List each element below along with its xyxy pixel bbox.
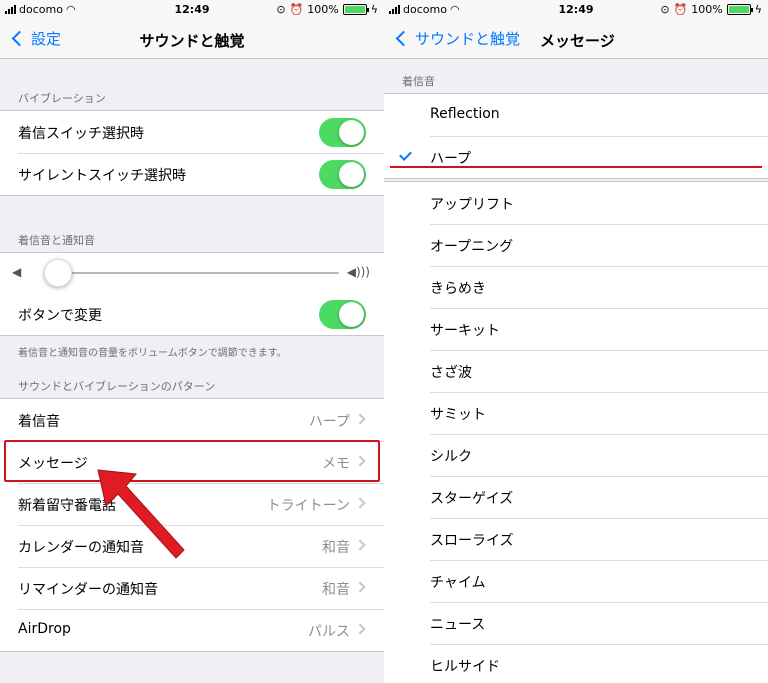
text-tone-screen: docomo ◠ 12:49 ⊙ ⏰ 100% ϟ サウンドと触覚 メッセージ … [384,0,768,683]
battery-icon [726,4,753,15]
charging-icon: ϟ [370,3,378,16]
row-value: パルス [308,624,350,640]
ringer-group: ◀ ◀))) ボタンで変更 [0,252,384,336]
orientation-lock-icon: ⊙ [660,3,670,16]
row-label: 着信スイッチ選択時 [18,126,144,142]
tone-row[interactable]: サミット [384,392,768,434]
tone-row[interactable]: ヒルサイド [384,644,768,683]
volume-low-icon: ◀ [12,265,22,279]
alarm-icon: ⏰ [673,3,688,16]
chevron-right-icon [354,413,366,425]
row-value: ハープ [308,414,350,430]
change-with-buttons-row: ボタンで変更 [0,293,384,335]
row-label: サイレントスイッチ選択時 [18,168,186,184]
tone-row-reflection[interactable]: Reflection [384,94,768,136]
tone-label: アップリフト [430,197,514,213]
tone-label: さざ波 [430,365,472,381]
nav-bar: 設定 サウンドと触覚 [0,20,384,59]
tone-row[interactable]: シルク [384,434,768,476]
vibrate-on-ring-row: 着信スイッチ選択時 [0,111,384,153]
vibrate-on-silent-toggle[interactable] [319,160,366,189]
battery-icon [342,4,369,15]
tone-list: Reflection ハープ アップリフト オープニング きらめき サーキット … [384,93,768,683]
tone-row[interactable]: サーキット [384,308,768,350]
toggle-knob [339,302,364,327]
charging-icon: ϟ [754,3,762,16]
volume-footnote: 着信音と通知音の音量をボリュームボタンで調節できます。 [18,348,287,359]
airdrop-row[interactable]: AirDrop パルス [0,609,384,651]
tone-label: きらめき [430,281,486,297]
orientation-lock-icon: ⊙ [276,3,286,16]
status-bar: docomo ◠ 12:49 ⊙ ⏰ 100% ϟ [0,0,384,20]
tone-row[interactable]: オープニング [384,224,768,266]
tone-label: スローライズ [430,533,514,549]
chevron-left-icon [395,30,412,47]
alarm-icon: ⏰ [289,3,304,16]
chevron-right-icon [354,539,366,551]
highlight-underline [390,166,762,168]
battery-percent: 100% [307,3,339,16]
vibrate-on-ring-toggle[interactable] [319,118,366,147]
page-title: メッセージ [540,32,615,50]
tone-row[interactable]: スローライズ [384,518,768,560]
toggle-knob [339,162,364,187]
row-label: リマインダーの通知音 [18,582,158,598]
tone-label: オープニング [430,239,514,255]
tone-row-harp-selected[interactable]: ハープ [384,136,768,178]
back-button[interactable]: サウンドと触覚 [394,28,520,49]
new-voicemail-row[interactable]: 新着留守番電話 トライトーン [0,483,384,525]
chevron-right-icon [354,497,366,509]
tone-row[interactable]: アップリフト [384,182,768,224]
row-label: ボタンで変更 [18,308,102,324]
ringtones-header: 着信音 [402,75,435,88]
page-title: サウンドと触覚 [139,32,245,50]
row-value: トライトーン [266,498,350,514]
tone-label: スターゲイズ [430,491,514,507]
pointer-arrow-icon [97,469,185,559]
tone-row[interactable]: さざ波 [384,350,768,392]
highlight-box [4,440,380,482]
tone-label: チャイム [430,575,486,591]
tone-label: サミット [430,407,486,423]
tone-label: ハープ [430,151,472,167]
calendar-alerts-row[interactable]: カレンダーの通知音 和音 [0,525,384,567]
checkmark-icon [399,148,412,161]
vibration-header: バイブレーション [18,92,106,105]
tone-label: サーキット [430,323,500,339]
tone-label: ニュース [430,617,486,633]
ringer-header: 着信音と通知音 [18,234,95,247]
tone-row[interactable]: ニュース [384,602,768,644]
tone-label: シルク [430,449,472,465]
row-label: 着信音 [18,414,60,430]
status-bar: docomo ◠ 12:49 ⊙ ⏰ 100% ϟ [384,0,768,20]
tone-label: Reflection [430,106,500,122]
vibrate-on-silent-row: サイレントスイッチ選択時 [0,153,384,195]
tone-row[interactable]: スターゲイズ [384,476,768,518]
ringtone-row[interactable]: 着信音 ハープ [0,399,384,441]
tone-row[interactable]: チャイム [384,560,768,602]
row-value: 和音 [322,582,350,598]
settings-sounds-screen: docomo ◠ 12:49 ⊙ ⏰ 100% ϟ 設定 サウンドと触覚 バイブ… [0,0,384,683]
row-label: AirDrop [18,621,71,637]
patterns-group: 着信音 ハープ メッセージ メモ 新着留守番電話 トライトーン カレンダーの通知… [0,398,384,652]
chevron-right-icon [354,581,366,593]
vibration-group: 着信スイッチ選択時 サイレントスイッチ選択時 [0,110,384,196]
volume-slider-track[interactable] [48,272,339,274]
nav-bar: サウンドと触覚 メッセージ [384,20,768,59]
back-label: サウンドと触覚 [415,30,521,48]
change-with-buttons-toggle[interactable] [319,300,366,329]
tone-label: ヒルサイド [430,659,500,675]
row-value: 和音 [322,540,350,556]
reminder-alerts-row[interactable]: リマインダーの通知音 和音 [0,567,384,609]
toggle-knob [339,120,364,145]
volume-slider-thumb[interactable] [44,259,72,287]
tone-row[interactable]: きらめき [384,266,768,308]
volume-slider-row: ◀ ◀))) [0,253,384,293]
chevron-right-icon [354,623,366,635]
patterns-header: サウンドとバイブレーションのパターン [18,380,216,393]
battery-percent: 100% [691,3,723,16]
volume-high-icon: ◀))) [346,265,370,279]
